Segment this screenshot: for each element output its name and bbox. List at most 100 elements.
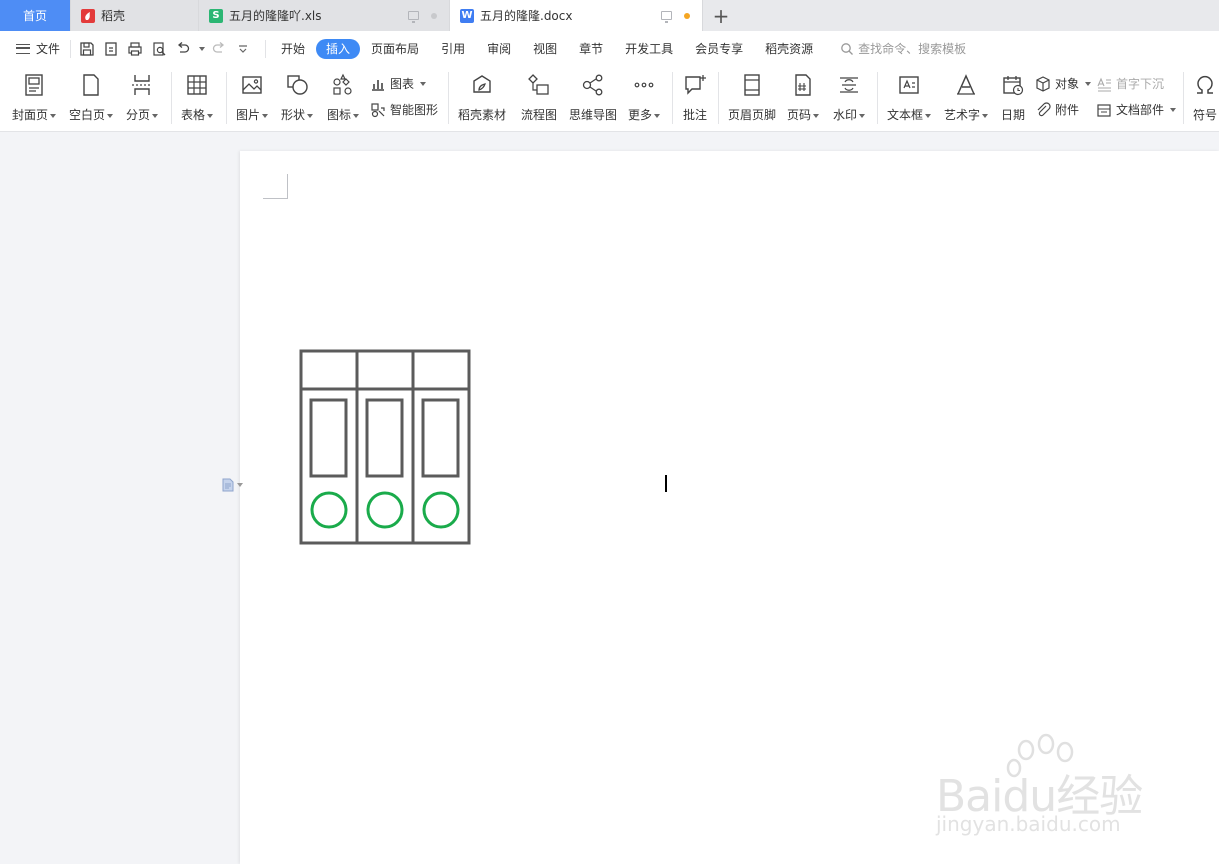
symbol-button[interactable]: 符号 <box>1192 72 1218 123</box>
smartart-button[interactable]: 智能图形 <box>370 101 438 118</box>
more-button[interactable]: 更多 <box>628 72 661 123</box>
textbox-icon <box>896 72 922 98</box>
date-button[interactable]: 日期 <box>1000 72 1026 123</box>
page-number-button[interactable]: 页码 <box>787 72 820 123</box>
menu-tab-insert[interactable]: 插入 <box>316 38 361 59</box>
menu-tab-start[interactable]: 开始 <box>270 39 316 59</box>
menu-tab-view[interactable]: 视图 <box>522 39 568 59</box>
separator <box>877 72 878 124</box>
file-menu-button[interactable]: 文件 <box>0 31 70 66</box>
watermark-url: jingyan.baidu.com <box>936 812 1121 836</box>
unsaved-dot[interactable] <box>684 12 690 19</box>
page-break-button[interactable]: 分页 <box>126 72 159 123</box>
menu-tab-member[interactable]: 会员专享 <box>684 39 754 59</box>
tab-close-dot[interactable] <box>431 12 437 19</box>
dropcap-label: 首字下沉 <box>1116 77 1165 91</box>
page-number-label: 页码 <box>787 108 812 122</box>
inserted-shape-drawing[interactable] <box>299 349 475 549</box>
tab-xls[interactable]: S 五月的隆隆吖.xls <box>199 0 450 31</box>
hamburger-icon <box>16 43 30 54</box>
export-icon[interactable] <box>101 39 121 59</box>
search-placeholder: 查找命令、搜索模板 <box>858 42 967 56</box>
baidu-watermark: Baidu经验 jingyan.baidu.com <box>936 732 1176 842</box>
save-icon[interactable] <box>77 39 97 59</box>
paragraph-layout-handle[interactable] <box>221 478 243 492</box>
smartart-icon <box>371 102 385 117</box>
monitor-icon[interactable] <box>408 11 419 23</box>
tab-docx[interactable]: W 五月的隆隆.docx <box>450 0 703 31</box>
icon-button[interactable]: 图标 <box>327 72 360 123</box>
picture-button[interactable]: 图片 <box>236 72 269 123</box>
table-button[interactable]: 表格 <box>181 72 214 123</box>
daoke-material-button[interactable]: 稻壳素材 <box>458 72 506 123</box>
menu-tab-review[interactable]: 审阅 <box>476 39 522 59</box>
blank-page-icon <box>78 72 104 98</box>
slot-rect-1 <box>309 398 348 478</box>
writer-icon: W <box>460 8 474 23</box>
page-break-icon <box>129 72 155 98</box>
attachment-button[interactable]: 附件 <box>1035 101 1079 118</box>
print-icon[interactable] <box>125 39 145 59</box>
mindmap-label: 思维导图 <box>569 108 618 122</box>
wordart-button[interactable]: 艺术字 <box>944 72 989 123</box>
daoke-icon <box>81 8 95 23</box>
doc-parts-label: 文档部件 <box>1116 103 1165 117</box>
menu-tab-daoke-resources[interactable]: 稻壳资源 <box>754 39 824 59</box>
header-footer-button[interactable]: 页眉页脚 <box>728 72 776 123</box>
watermark-icon <box>836 72 862 98</box>
comment-label: 批注 <box>682 108 707 122</box>
search-icon <box>841 42 854 55</box>
margin-corner-mark <box>263 174 288 199</box>
menu-tab-developer[interactable]: 开发工具 <box>614 39 684 59</box>
doc-parts-button[interactable]: 文档部件 <box>1096 101 1177 118</box>
object-label: 对象 <box>1055 77 1080 91</box>
menu-tab-section[interactable]: 章节 <box>568 39 614 59</box>
tab-bar: 首页 稻壳 S 五月的隆隆吖.xls W 五月的隆隆.docx + <box>0 0 1219 31</box>
print-preview-icon[interactable] <box>149 39 169 59</box>
cover-page-button[interactable]: 封面页 <box>12 72 57 123</box>
comment-button[interactable]: 批注 <box>682 72 708 123</box>
undo-dropdown-icon[interactable] <box>199 46 206 51</box>
shape-button[interactable]: 形状 <box>281 72 314 123</box>
dropcap-button[interactable]: 首字下沉 <box>1096 75 1164 92</box>
symbol-label: 符号 <box>1192 108 1217 122</box>
undo-icon[interactable] <box>173 39 193 59</box>
customize-toolbar-icon[interactable] <box>233 39 253 59</box>
tab-home[interactable]: 首页 <box>0 0 71 31</box>
chart-button[interactable]: 图表 <box>370 75 427 92</box>
green-circle-2 <box>366 491 404 529</box>
header-footer-icon <box>739 72 765 98</box>
tab-xls-label: 五月的隆隆吖.xls <box>229 9 322 23</box>
calendar-icon <box>1000 72 1026 98</box>
attachment-label: 附件 <box>1055 103 1080 117</box>
blank-page-label: 空白页 <box>69 108 106 122</box>
green-circle-3 <box>422 491 460 529</box>
object-button[interactable]: 对象 <box>1035 75 1092 92</box>
more-icon <box>631 72 657 98</box>
menu-tab-references[interactable]: 引用 <box>430 39 476 59</box>
daoke-material-label: 稻壳素材 <box>458 108 507 122</box>
monitor-icon[interactable] <box>661 11 672 23</box>
tab-home-label: 首页 <box>22 9 47 23</box>
redo-icon[interactable] <box>209 39 229 59</box>
separator <box>718 72 719 124</box>
command-search[interactable]: 查找命令、搜索模板 <box>840 40 966 57</box>
table-label: 表格 <box>181 108 206 122</box>
chart-label: 图表 <box>390 77 415 91</box>
textbox-label: 文本框 <box>887 108 924 122</box>
flowchart-button[interactable]: 流程图 <box>521 72 557 123</box>
tab-daoke[interactable]: 稻壳 <box>71 0 199 31</box>
textbox-button[interactable]: 文本框 <box>887 72 932 123</box>
paragraph-dropdown-icon[interactable] <box>237 483 243 487</box>
slot-rect-3 <box>421 398 460 478</box>
new-tab-button[interactable]: + <box>703 0 739 31</box>
blank-page-button[interactable]: 空白页 <box>69 72 114 123</box>
wordart-icon <box>953 72 979 98</box>
picture-label: 图片 <box>236 108 261 122</box>
smartart-label: 智能图形 <box>390 103 439 117</box>
mindmap-button[interactable]: 思维导图 <box>569 72 617 123</box>
watermark-button[interactable]: 水印 <box>833 72 866 123</box>
flowchart-icon <box>526 72 552 98</box>
icons-gallery-icon <box>330 72 356 98</box>
menu-tab-layout[interactable]: 页面布局 <box>360 39 430 59</box>
